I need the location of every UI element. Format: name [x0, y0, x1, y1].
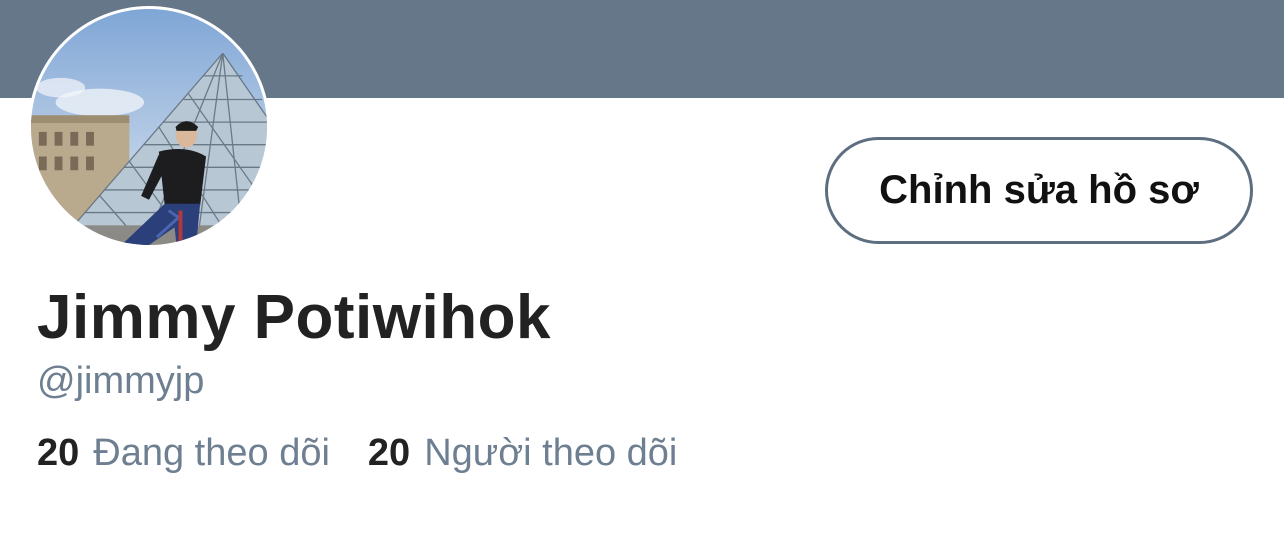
followers-link[interactable]: 20 Người theo dõi: [368, 432, 677, 475]
profile-stats: 20 Đang theo dõi 20 Người theo dõi: [37, 432, 677, 475]
profile-avatar[interactable]: [28, 6, 270, 248]
following-label: Đang theo dõi: [93, 432, 330, 474]
followers-count: 20: [367, 432, 411, 474]
avatar-photo: [31, 9, 267, 245]
profile-display-name: Jimmy Potiwihok: [37, 283, 551, 352]
profile-handle: @jimmyjp: [37, 360, 205, 402]
followers-label: Người theo dõi: [424, 432, 678, 474]
following-count: 20: [37, 432, 80, 474]
edit-profile-button[interactable]: Chỉnh sửa hồ sơ: [825, 137, 1253, 244]
following-link[interactable]: 20 Đang theo dõi: [37, 432, 330, 475]
